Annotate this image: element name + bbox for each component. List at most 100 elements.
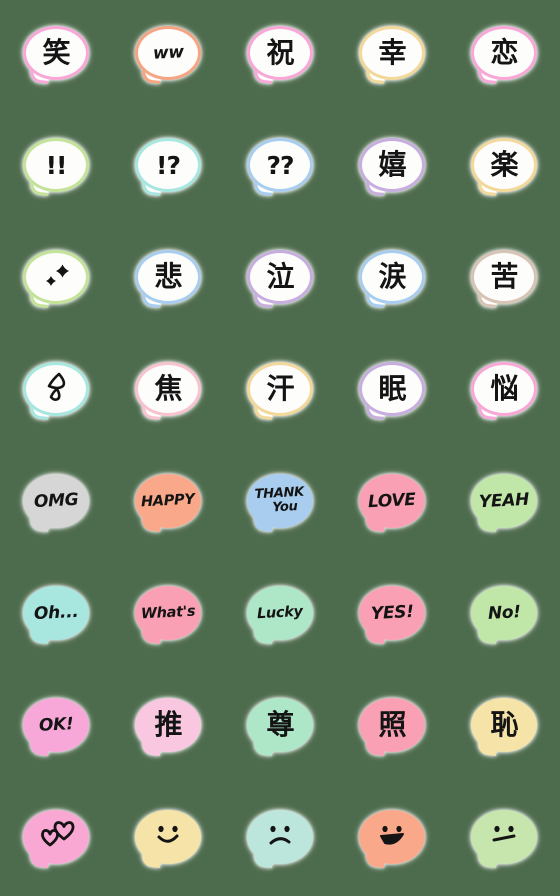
sticker-ase[interactable]: 汗 (247, 362, 313, 422)
sticker-glyph: OMG (33, 489, 79, 512)
sticker-glyph: LOVE (367, 489, 417, 512)
sticker-lucky[interactable]: Lucky (247, 586, 313, 646)
sticker-cell[interactable]: 恥 (448, 672, 560, 784)
sticker-cell[interactable]: OMG (0, 448, 112, 560)
sticker-oh[interactable]: Oh... (23, 586, 89, 646)
sticker-nemui[interactable]: 眠 (359, 362, 425, 422)
sticker-glyph: YEAH (478, 489, 530, 512)
sticker-face-sad[interactable] (247, 810, 313, 870)
sticker-glyph: 推 (154, 708, 182, 741)
sticker-cell[interactable]: ?? (224, 112, 336, 224)
sticker-thank-you[interactable]: THANK You (247, 474, 313, 534)
sticker-glyph: YES! (370, 601, 414, 624)
sticker-toutoi[interactable]: 尊 (247, 698, 313, 758)
sticker-cell[interactable]: !! (0, 112, 112, 224)
sticker-oshi[interactable]: 推 (135, 698, 201, 758)
sticker-glyph: 照 (378, 708, 406, 741)
sticker-happy[interactable]: HAPPY (135, 474, 201, 534)
sticker-cell[interactable]: 悩 (448, 336, 560, 448)
sticker-sweat-drops[interactable] (23, 362, 89, 422)
sticker-ww[interactable]: ww (135, 26, 201, 86)
sticker-cell[interactable] (224, 784, 336, 896)
sticker-interrobang[interactable]: !? (135, 138, 201, 198)
sticker-cell[interactable]: ww (112, 0, 224, 112)
sticker-terechau[interactable]: 照 (359, 698, 425, 758)
sticker-cell[interactable]: 楽 (448, 112, 560, 224)
sticker-cell[interactable]: No! (448, 560, 560, 672)
sticker-ureshii[interactable]: 嬉 (359, 138, 425, 198)
sticker-cell[interactable]: Oh... (0, 560, 112, 672)
sticker-glyph: 祝 (266, 36, 294, 69)
sticker-whats[interactable]: What's (135, 586, 201, 646)
sticker-cell[interactable]: YES! (336, 560, 448, 672)
sticker-cell[interactable]: 恋 (448, 0, 560, 112)
sticker-glyph: 恋 (490, 36, 518, 69)
sticker-glyph (36, 371, 76, 407)
sticker-ok[interactable]: OK! (23, 698, 89, 758)
sticker-cell[interactable]: 焦 (112, 336, 224, 448)
sticker-cell[interactable]: !? (112, 112, 224, 224)
sticker-warai[interactable]: 笑 (23, 26, 89, 86)
sticker-hearts[interactable] (23, 810, 89, 870)
sticker-cell[interactable]: What's (112, 560, 224, 672)
sticker-cell[interactable]: 悲 (112, 224, 224, 336)
sticker-cell[interactable]: 涙 (336, 224, 448, 336)
sticker-glyph (372, 819, 412, 855)
sticker-cell[interactable]: OK! (0, 672, 112, 784)
sticker-cell[interactable] (0, 336, 112, 448)
sticker-cell[interactable]: 眠 (336, 336, 448, 448)
sticker-cell[interactable]: 嬉 (336, 112, 448, 224)
sticker-face-neutral[interactable] (471, 810, 537, 870)
sticker-iwai[interactable]: 祝 (247, 26, 313, 86)
sticker-aseru[interactable]: 焦 (135, 362, 201, 422)
sticker-nayamu[interactable]: 悩 (471, 362, 537, 422)
sticker-tanoshii[interactable]: 楽 (471, 138, 537, 198)
sticker-glyph: !! (45, 150, 68, 180)
sticker-shiawase[interactable]: 幸 (359, 26, 425, 86)
sticker-glyph: 尊 (266, 708, 294, 741)
sticker-cell[interactable]: 汗 (224, 336, 336, 448)
sticker-cell[interactable]: 祝 (224, 0, 336, 112)
sticker-cell[interactable] (112, 784, 224, 896)
sticker-cell[interactable]: 幸 (336, 0, 448, 112)
sticker-naku[interactable]: 泣 (247, 250, 313, 310)
sticker-glyph (36, 259, 76, 295)
sticker-cell[interactable] (336, 784, 448, 896)
sticker-namida[interactable]: 涙 (359, 250, 425, 310)
sticker-yes[interactable]: YES! (359, 586, 425, 646)
sticker-face-laugh[interactable] (359, 810, 425, 870)
sticker-no[interactable]: No! (471, 586, 537, 646)
sticker-cell[interactable]: 推 (112, 672, 224, 784)
sticker-glyph (148, 819, 188, 855)
sticker-cell[interactable]: Lucky (224, 560, 336, 672)
sticker-glyph: 汗 (266, 372, 294, 405)
sticker-yeah[interactable]: YEAH (471, 474, 537, 534)
sticker-omg[interactable]: OMG (23, 474, 89, 534)
sticker-glyph: 悩 (490, 372, 518, 405)
sticker-cell[interactable]: 苦 (448, 224, 560, 336)
sticker-cell[interactable]: THANK You (224, 448, 336, 560)
sticker-love[interactable]: LOVE (359, 474, 425, 534)
sticker-sparkle[interactable] (23, 250, 89, 310)
sticker-cell[interactable]: 照 (336, 672, 448, 784)
sticker-cell[interactable]: 尊 (224, 672, 336, 784)
sticker-face-smile[interactable] (135, 810, 201, 870)
sticker-glyph: Lucky (256, 603, 304, 622)
sticker-kanashii[interactable]: 悲 (135, 250, 201, 310)
sticker-double-exclamation[interactable]: !! (23, 138, 89, 198)
sticker-cell[interactable]: YEAH (448, 448, 560, 560)
sticker-double-question[interactable]: ?? (247, 138, 313, 198)
sticker-cell[interactable]: 笑 (0, 0, 112, 112)
sticker-cell[interactable] (0, 784, 112, 896)
sticker-kurushii[interactable]: 苦 (471, 250, 537, 310)
sticker-glyph: THANK You (255, 485, 306, 516)
sticker-koi[interactable]: 恋 (471, 26, 537, 86)
sticker-glyph: HAPPY (140, 491, 196, 511)
sticker-cell[interactable]: HAPPY (112, 448, 224, 560)
sticker-cell[interactable] (0, 224, 112, 336)
sticker-hazukashii[interactable]: 恥 (471, 698, 537, 758)
sticker-glyph: 泣 (266, 260, 294, 293)
sticker-cell[interactable] (448, 784, 560, 896)
sticker-cell[interactable]: 泣 (224, 224, 336, 336)
sticker-cell[interactable]: LOVE (336, 448, 448, 560)
